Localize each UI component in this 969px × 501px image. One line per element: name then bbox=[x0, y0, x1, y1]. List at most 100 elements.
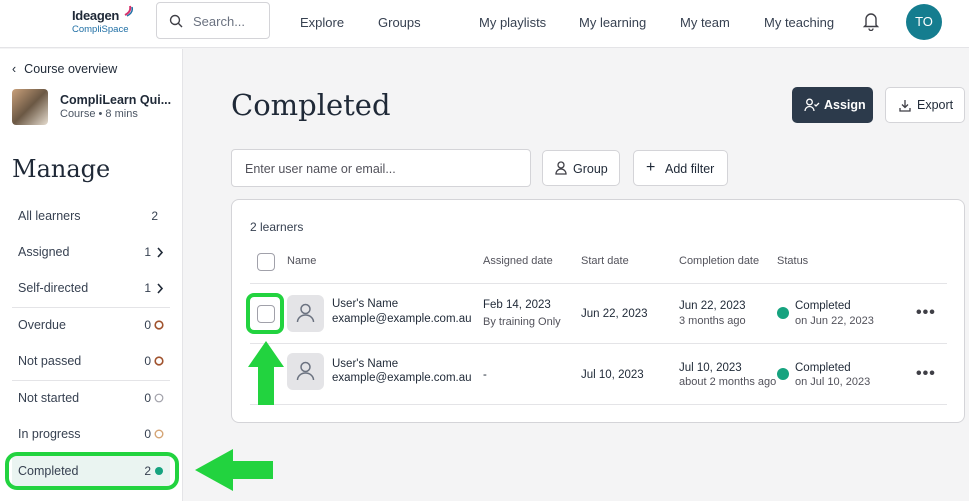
column-header-start-date[interactable]: Start date bbox=[581, 255, 629, 267]
course-thumbnail bbox=[12, 89, 48, 125]
learner-count: 2 learners bbox=[250, 220, 304, 234]
completion-relative: about 2 months ago bbox=[679, 376, 777, 388]
ideagen-complispace-logo[interactable]: Ideagen CompliSpace bbox=[72, 5, 142, 35]
sidebar-item-label: Not started bbox=[18, 391, 80, 405]
plus-icon: + bbox=[646, 159, 656, 176]
user-avatar[interactable]: TO bbox=[906, 4, 942, 40]
course-overview-label: Course overview bbox=[24, 62, 118, 76]
completed-status-icon bbox=[777, 307, 789, 319]
manage-heading: Manage bbox=[12, 155, 111, 183]
row-actions-menu-icon[interactable]: ••• bbox=[916, 365, 936, 383]
product-name: CompliSpace bbox=[72, 24, 129, 35]
column-header-name[interactable]: Name bbox=[287, 255, 316, 267]
sidebar-item-label: In progress bbox=[18, 427, 81, 441]
status-text: Completed bbox=[795, 362, 851, 374]
start-date: Jun 22, 2023 bbox=[581, 308, 648, 320]
user-email: example@example.com.au bbox=[332, 372, 472, 384]
search-placeholder: Search... bbox=[193, 14, 246, 29]
sidebar-item-label: Not passed bbox=[18, 354, 82, 368]
not-passed-status-icon bbox=[154, 356, 164, 366]
sidebar-item-all-learners[interactable]: All learners 2 bbox=[12, 199, 170, 233]
overdue-status-icon bbox=[154, 320, 164, 330]
add-filter-label: Add filter bbox=[665, 162, 715, 176]
sidebar-item-label: Self-directed bbox=[18, 281, 89, 295]
sidebar-item-not-started[interactable]: Not started 0 bbox=[12, 381, 170, 415]
row-actions-menu-icon[interactable]: ••• bbox=[916, 304, 936, 322]
table-divider bbox=[250, 343, 947, 344]
column-header-status[interactable]: Status bbox=[777, 255, 808, 267]
completion-relative: 3 months ago bbox=[679, 315, 746, 327]
logo-swirl-icon bbox=[124, 5, 133, 17]
add-filter-button[interactable]: + Add filter bbox=[633, 150, 728, 186]
sidebar-item-self-directed[interactable]: Self-directed 1 bbox=[12, 271, 170, 305]
assign-user-icon bbox=[804, 98, 820, 112]
user-email: example@example.com.au bbox=[332, 313, 472, 325]
assign-button-label: Assign bbox=[824, 98, 866, 112]
in-progress-status-icon bbox=[154, 429, 164, 439]
sidebar-item-overdue[interactable]: Overdue 0 bbox=[12, 308, 170, 342]
sidebar-item-label: Overdue bbox=[18, 318, 66, 332]
chevron-right-icon bbox=[157, 247, 164, 258]
user-search-placeholder: Enter user name or email... bbox=[245, 162, 396, 176]
course-overview-link[interactable]: ‹ Course overview bbox=[12, 62, 117, 76]
nav-my-team[interactable]: My team bbox=[680, 15, 730, 30]
download-icon bbox=[899, 100, 911, 112]
sidebar-item-not-passed[interactable]: Not passed 0 bbox=[12, 344, 170, 378]
user-avatar-placeholder bbox=[287, 295, 324, 332]
status-date: on Jun 22, 2023 bbox=[795, 315, 874, 327]
up-arrow-annotation-icon bbox=[248, 341, 284, 405]
nav-my-learning[interactable]: My learning bbox=[579, 15, 646, 30]
sidebar-item-label: Assigned bbox=[18, 245, 70, 259]
start-date: Jul 10, 2023 bbox=[581, 369, 644, 381]
person-icon bbox=[296, 361, 315, 381]
sidebar-item-count: 1 bbox=[144, 281, 151, 295]
sidebar-item-count: 1 bbox=[144, 245, 151, 259]
sidebar-item-label: All learners bbox=[18, 209, 81, 223]
export-button-label: Export bbox=[917, 98, 954, 112]
page-title: Completed bbox=[231, 88, 391, 122]
completion-date: Jun 22, 2023 bbox=[679, 300, 746, 312]
not-started-status-icon bbox=[154, 393, 164, 403]
group-filter-button[interactable]: Group bbox=[542, 150, 620, 186]
sidebar-item-count: 0 bbox=[144, 318, 151, 332]
search-icon bbox=[169, 14, 183, 28]
assigned-date: Feb 14, 2023 bbox=[483, 299, 551, 311]
person-icon bbox=[296, 303, 315, 323]
nav-my-playlists[interactable]: My playlists bbox=[479, 15, 546, 30]
group-button-label: Group bbox=[573, 162, 608, 176]
top-navigation: Ideagen CompliSpace Search... Explore Gr… bbox=[0, 0, 969, 48]
checkbox-highlight-box bbox=[246, 293, 284, 334]
assigned-by: By training Only bbox=[483, 316, 561, 328]
status-text: Completed bbox=[795, 300, 851, 312]
status-date: on Jul 10, 2023 bbox=[795, 376, 871, 388]
sidebar-item-assigned[interactable]: Assigned 1 bbox=[12, 235, 170, 269]
nav-my-teaching[interactable]: My teaching bbox=[764, 15, 834, 30]
chevron-right-icon bbox=[157, 283, 164, 294]
column-header-assigned-date[interactable]: Assigned date bbox=[483, 255, 553, 267]
sidebar-item-count: 0 bbox=[144, 354, 151, 368]
table-divider bbox=[250, 404, 947, 405]
export-button[interactable]: Export bbox=[885, 87, 965, 123]
course-meta: Course • 8 mins bbox=[60, 108, 138, 120]
left-arrow-annotation-icon bbox=[195, 449, 273, 491]
sidebar-item-count: 0 bbox=[144, 391, 151, 405]
user-avatar-placeholder bbox=[287, 353, 324, 390]
learners-table: 2 learners Name Assigned date Start date… bbox=[231, 199, 965, 423]
notification-bell-icon[interactable] bbox=[862, 11, 880, 31]
select-all-checkbox[interactable] bbox=[257, 253, 275, 271]
sidebar-item-count: 2 bbox=[151, 209, 158, 223]
assigned-date: - bbox=[483, 369, 487, 381]
nav-groups[interactable]: Groups bbox=[378, 15, 421, 30]
completed-status-icon bbox=[777, 368, 789, 380]
person-icon bbox=[555, 161, 567, 175]
assign-button[interactable]: Assign bbox=[792, 87, 873, 123]
chevron-left-icon: ‹ bbox=[12, 62, 17, 76]
table-divider bbox=[250, 283, 947, 284]
global-search-input[interactable]: Search... bbox=[156, 2, 270, 39]
course-title: CompliLearn Qui... bbox=[60, 93, 172, 107]
column-header-completion-date[interactable]: Completion date bbox=[679, 255, 759, 267]
user-search-input[interactable]: Enter user name or email... bbox=[231, 149, 531, 187]
sidebar-item-in-progress[interactable]: In progress 0 bbox=[12, 417, 170, 451]
completion-date: Jul 10, 2023 bbox=[679, 362, 742, 374]
nav-explore[interactable]: Explore bbox=[300, 15, 344, 30]
